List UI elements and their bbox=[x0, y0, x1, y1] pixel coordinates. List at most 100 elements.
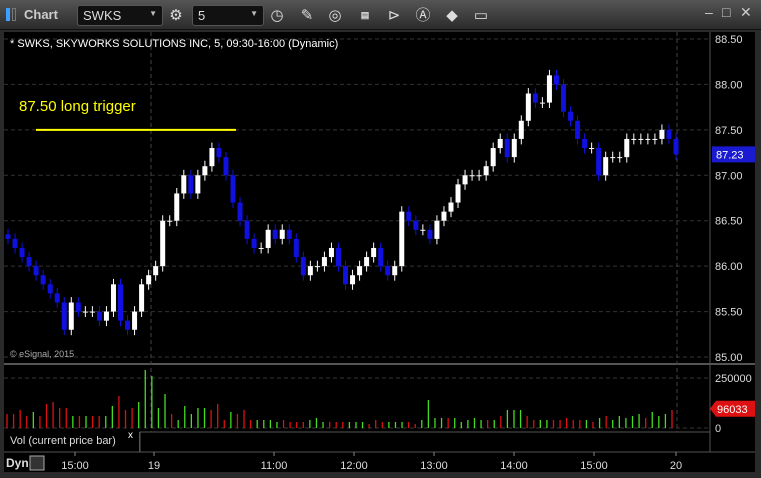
window-title: Chart bbox=[24, 7, 58, 22]
candle-body bbox=[19, 247, 25, 258]
candle-body bbox=[5, 234, 11, 239]
study-icon[interactable]: ◎ bbox=[324, 5, 346, 26]
candle-body bbox=[539, 102, 545, 104]
study-bar bbox=[139, 431, 711, 453]
maximize-icon[interactable]: □ bbox=[722, 4, 730, 20]
candle-body bbox=[441, 211, 447, 221]
x-tick-label: 11:00 bbox=[261, 460, 288, 472]
candle-body bbox=[378, 247, 384, 267]
x-tick-label: 15:00 bbox=[61, 460, 89, 472]
candle-body bbox=[244, 220, 250, 239]
candle-body bbox=[321, 257, 327, 267]
current-volume-label: 96033 bbox=[717, 404, 748, 416]
candle-body bbox=[96, 311, 102, 321]
candle-body bbox=[286, 229, 292, 239]
candle-body bbox=[167, 220, 173, 222]
candle-body bbox=[589, 148, 595, 150]
candle-body bbox=[568, 111, 574, 121]
volume-tick-label: 250000 bbox=[715, 373, 752, 385]
candle-body bbox=[575, 120, 581, 139]
chart-area[interactable]: 88.50 88.00 87.50 87.00 86.50 86.00 85.50 85.00… bbox=[4, 32, 755, 472]
comment-icon[interactable]: ▭ bbox=[470, 5, 492, 26]
candle-body bbox=[174, 193, 180, 221]
play-icon[interactable]: ⊳ bbox=[383, 5, 405, 26]
pencil-icon[interactable]: ✎ bbox=[296, 5, 318, 26]
candle-body bbox=[237, 202, 243, 221]
candle-body bbox=[525, 93, 531, 121]
last-price-label: 87.23 bbox=[716, 149, 744, 161]
candle-body bbox=[54, 293, 60, 303]
candle-body bbox=[603, 157, 609, 176]
candle-body bbox=[47, 284, 53, 294]
alert-icon[interactable]: Ⓐ bbox=[412, 5, 434, 26]
chevron-down-icon[interactable]: ▼ bbox=[149, 9, 157, 18]
candle-body bbox=[258, 247, 264, 249]
settings-gear-icon[interactable]: ⚙ bbox=[165, 5, 187, 26]
y-tick-label: 87.50 bbox=[715, 125, 743, 137]
candle-body bbox=[279, 229, 285, 239]
candle-body bbox=[146, 275, 152, 285]
y-tick-label: 85.50 bbox=[715, 307, 743, 319]
symbol-input[interactable]: SWKS ▼ bbox=[77, 5, 163, 26]
candle-body bbox=[455, 184, 461, 203]
candle-body bbox=[12, 238, 18, 248]
candle-body bbox=[483, 166, 489, 176]
link-empty-icon[interactable] bbox=[12, 8, 16, 21]
candle-body bbox=[195, 175, 201, 194]
chevron-down-icon[interactable]: ▼ bbox=[250, 9, 258, 18]
candle-body bbox=[61, 302, 67, 330]
candle-body bbox=[110, 284, 116, 312]
remove-study-button[interactable]: x bbox=[128, 430, 133, 441]
x-tick-label: 15:00 bbox=[580, 460, 608, 472]
trigger-annotation: 87.50 long trigger bbox=[19, 98, 136, 115]
link-color-icon[interactable] bbox=[6, 8, 10, 21]
y-tick-label: 88.50 bbox=[715, 34, 743, 46]
candle-body bbox=[272, 229, 278, 239]
candle-body bbox=[160, 220, 166, 267]
candle-body bbox=[300, 257, 306, 276]
minimize-icon[interactable]: – bbox=[705, 4, 713, 20]
candle-body bbox=[230, 175, 236, 203]
candle-body bbox=[385, 266, 391, 276]
candle-body bbox=[328, 247, 334, 258]
interval-input[interactable]: 5 ▼ bbox=[192, 5, 264, 26]
candle-body bbox=[40, 275, 46, 285]
interval-value: 5 bbox=[198, 8, 206, 23]
candle-body bbox=[399, 211, 405, 267]
candle-body bbox=[476, 175, 482, 177]
candle-body bbox=[560, 84, 566, 112]
get-icon[interactable]: ▤ bbox=[354, 5, 376, 26]
tag-icon[interactable]: ◆ bbox=[441, 5, 463, 26]
candle-body bbox=[314, 266, 320, 268]
candle-body bbox=[118, 284, 124, 321]
candle-body bbox=[624, 138, 630, 158]
clock-icon[interactable]: ◷ bbox=[266, 5, 288, 26]
candle-body bbox=[223, 157, 229, 176]
lock-scale-icon bbox=[29, 455, 45, 471]
candle-body bbox=[26, 257, 32, 267]
candle-body bbox=[209, 148, 215, 167]
candle-body bbox=[265, 229, 271, 248]
dynamic-mode-label[interactable]: Dyn bbox=[6, 456, 29, 470]
candle-body bbox=[582, 138, 588, 149]
copyright: © eSignal, 2015 bbox=[10, 349, 75, 359]
x-tick-label: 20 bbox=[670, 460, 682, 472]
volume-study-label[interactable]: Vol (current price bar) bbox=[4, 432, 140, 452]
y-tick-label: 86.50 bbox=[715, 216, 743, 228]
close-icon[interactable]: ✕ bbox=[740, 4, 752, 21]
y-tick-label: 85.00 bbox=[715, 352, 743, 364]
candle-body bbox=[673, 138, 679, 155]
candle-body bbox=[462, 175, 468, 185]
candle-body bbox=[497, 138, 503, 149]
candle-body bbox=[392, 266, 398, 276]
x-tick-label: 14:00 bbox=[500, 460, 528, 472]
candle-body bbox=[364, 257, 370, 267]
candle-body bbox=[434, 220, 440, 239]
candle-body bbox=[357, 266, 363, 276]
y-tick-label: 86.00 bbox=[715, 261, 743, 273]
candle-body bbox=[293, 238, 299, 258]
candle-body bbox=[427, 229, 433, 239]
candle-body bbox=[469, 175, 475, 177]
candle-body bbox=[666, 129, 672, 139]
candle-body bbox=[125, 320, 131, 330]
